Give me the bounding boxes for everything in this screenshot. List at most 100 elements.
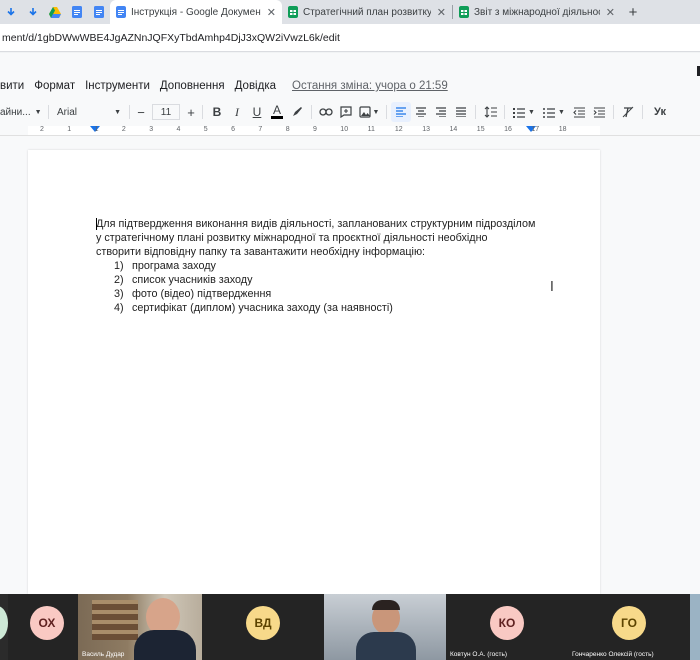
participant-name: Василь Дудар [82,651,125,658]
align-left-button[interactable] [391,102,411,122]
font-select[interactable]: Arial ▼ [53,102,125,122]
list-item: 3) фото (відео) підтвердження [96,287,536,301]
decrease-font-size-button[interactable]: − [134,102,148,122]
tab-title: Стратегічний план розвитку між [303,6,431,18]
increase-indent-button[interactable] [589,102,609,122]
close-tab-icon[interactable]: ✕ [267,6,276,19]
last-edit-link[interactable]: Остання зміна: учора о 21:59 [292,80,448,92]
list-text: програма заходу [132,260,216,272]
italic-button[interactable]: I [227,102,247,122]
decrease-indent-button[interactable] [569,102,589,122]
ruler-tick-label: 13 [422,126,430,133]
participant-tile[interactable]: КО Ковтун О.А. (гость) [446,594,568,660]
insert-comment-button[interactable] [336,102,356,122]
participant-tile[interactable]: ГО Гончаренко Олексій (гость) [568,594,690,660]
participant-tile[interactable]: ВД [202,594,324,660]
body-line: Для підтвердження виконання видів діяльн… [96,218,536,230]
text-color-letter: A [272,103,281,117]
person-suit [134,630,196,660]
ruler-tick-label: 15 [476,126,485,133]
language-style-button[interactable]: Ук [647,102,673,122]
close-tab-icon[interactable]: ✕ [606,6,615,19]
new-tab-button[interactable]: + [621,0,645,24]
ruler-tick-label: 18 [558,126,567,133]
toolbar-divider [613,105,614,119]
mouse-ibeam-cursor-icon: I [550,280,554,295]
ruler-tick-label: 9 [313,126,317,133]
pinned-tab-docs[interactable] [66,0,88,24]
address-bar[interactable]: ment/d/1gbDWwWBE4JgAZNnJQFXyTbdAmhp4DjJ3… [0,24,700,52]
chevron-down-icon: ▼ [114,108,121,116]
bulleted-list-button[interactable]: ▼ [539,102,569,122]
tab-strategic-plan[interactable]: Стратегічний план розвитку між ✕ [282,0,452,24]
download-icon [29,8,37,16]
align-right-button[interactable] [431,102,451,122]
participant-tile[interactable] [0,594,8,660]
participant-tile[interactable]: ОХ [8,594,78,660]
increase-font-size-button[interactable]: + [184,102,198,122]
clear-formatting-button[interactable] [618,102,638,122]
person-hair [372,600,400,610]
pinned-tab-drive[interactable] [44,0,66,24]
menu-help[interactable]: Довідка [235,80,276,92]
paragraph-style-value: айни... [0,106,31,118]
ruler-tick-label: 12 [394,126,403,133]
ruler-tick-label: 6 [231,126,235,133]
bulleted-list-icon [543,107,556,118]
pinned-tab-docs-2[interactable] [88,0,110,24]
list-text: сертифікат (диплом) учасника заходу (за … [132,302,393,314]
tab-title: Інструкція - Google Документи [131,6,261,18]
list-number: 3) [114,288,124,300]
numbered-list-button[interactable]: ▼ [509,102,539,122]
text-color-button[interactable]: A [267,102,287,122]
participant-video-tile[interactable] [324,594,446,660]
body-line: у стратегічному плані розвитку міжнародн… [96,232,488,244]
participant-name: Ковтун О.А. (гость) [450,651,508,658]
document-page[interactable]: Для підтвердження виконання видів діяльн… [28,150,600,594]
paragraph-style-select[interactable]: айни... ▼ [0,102,44,122]
pinned-tab-download[interactable] [0,0,22,24]
insert-link-button[interactable] [316,102,336,122]
ruler-tick-label: 1 [94,126,99,133]
align-justify-button[interactable] [451,102,471,122]
list-text: список учасників заходу [132,274,253,286]
align-justify-icon [456,107,466,117]
participant-video-tile[interactable]: Василь Дудар [78,594,202,660]
chevron-down-icon: ▼ [372,108,380,116]
toolbar-divider [48,105,49,119]
meeting-participants-strip: ОХ Василь Дудар ВД КО Ковтун О.А. (гость… [0,594,700,660]
menu-insert[interactable]: вити [0,80,24,92]
clear-formatting-icon [622,106,634,118]
ruler-tick-label: 8 [285,126,290,133]
toolbar-divider [386,105,387,119]
tab-report[interactable]: Звіт з міжнародної діяльності - ✕ [453,0,621,24]
menu-format[interactable]: Формат [34,80,75,92]
insert-image-button[interactable]: ▼ [356,102,382,122]
tab-instruction[interactable]: Інструкція - Google Документи ✕ [110,0,282,24]
google-docs-icon [72,6,82,18]
document-body[interactable]: Для підтвердження виконання видів діяльн… [96,217,536,315]
pinned-tabs [0,0,110,24]
participant-video-tile[interactable] [690,594,700,660]
close-tab-icon[interactable]: ✕ [437,6,446,19]
toolbar-divider [475,105,476,119]
line-spacing-button[interactable] [480,102,500,122]
menu-addons[interactable]: Доповнення [160,80,225,92]
underline-button[interactable]: U [247,102,267,122]
url-text: ment/d/1gbDWwWBE4JgAZNnJQFXyTbdAmhp4DjJ3… [2,31,340,44]
highlight-button[interactable] [287,102,307,122]
increase-indent-icon [593,106,605,118]
menu-tools[interactable]: Інструменти [85,80,150,92]
google-sheets-icon [288,6,298,18]
download-icon [7,8,15,16]
pinned-tab-download-2[interactable] [22,0,44,24]
avatar: ВД [246,606,280,640]
ruler-tick-label: 14 [449,126,458,133]
text-color-swatch [271,116,283,119]
ruler-tick-label: 7 [258,126,263,133]
bold-button[interactable]: B [207,102,227,122]
chevron-down-icon: ▼ [528,108,535,116]
align-center-button[interactable] [411,102,431,122]
font-size-input[interactable]: 11 [152,104,180,120]
docs-menu-bar: вити Формат Інструменти Доповнення Довід… [0,76,458,96]
